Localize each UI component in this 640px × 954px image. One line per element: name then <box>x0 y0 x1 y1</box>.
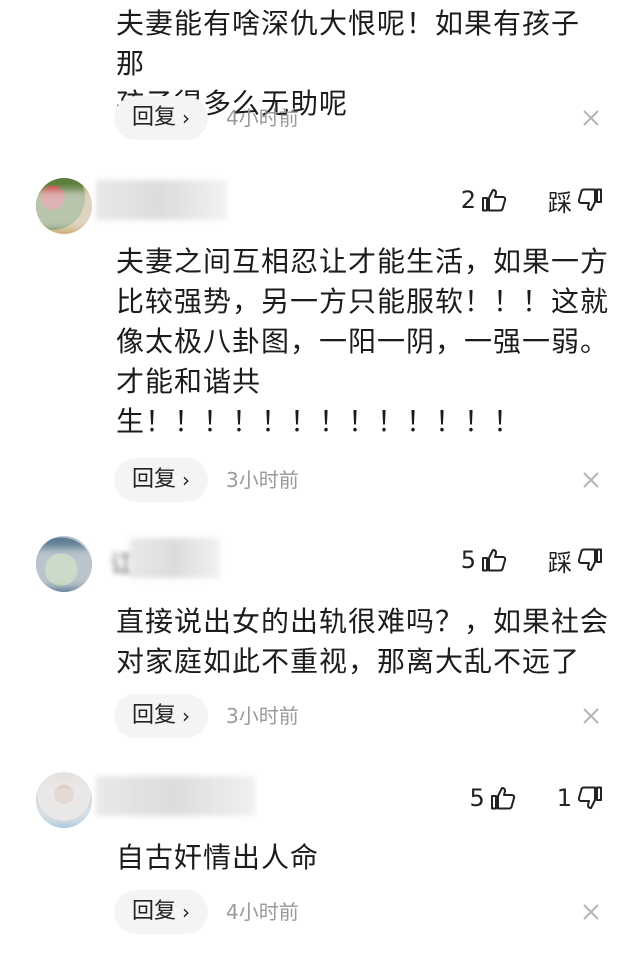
comment-line: 自古奸情出人命 <box>116 841 320 874</box>
comment-time: 4小时前 <box>226 106 299 130</box>
close-icon[interactable] <box>582 707 600 725</box>
reply-label: 回复 <box>132 105 177 130</box>
like-button[interactable]: 5 <box>461 546 508 574</box>
chevron-right-icon: › <box>182 704 191 728</box>
comment-line: 像太极八卦图，一阳一阴，一强一弱。 <box>116 325 610 358</box>
comment-time: 3小时前 <box>226 468 299 492</box>
like-button[interactable]: 5 <box>469 784 516 812</box>
thumbs-down-icon <box>577 188 602 211</box>
dislike-count: 1 <box>556 784 572 812</box>
comment-line: 生！！！！！！！！！！！！！ <box>116 405 523 438</box>
reply-button[interactable]: 回复 › <box>114 890 209 934</box>
dislike-button[interactable]: 踩 <box>548 183 604 218</box>
chevron-right-icon: › <box>182 106 191 130</box>
comment-line: 夫妻能有啥深仇大恨呢！如果有孩子 那 <box>116 7 581 80</box>
comment-actions: 2 踩 <box>461 180 604 220</box>
thumbs-down-icon <box>577 548 602 571</box>
username-blur <box>96 776 256 816</box>
reply-label: 回复 <box>132 899 177 924</box>
chevron-right-icon: › <box>182 468 191 492</box>
comment-text: 自古奸情出人命 <box>116 838 616 878</box>
close-icon[interactable] <box>582 109 600 127</box>
reply-label: 回复 <box>132 703 177 728</box>
username-blur <box>130 538 220 578</box>
thumbs-up-icon <box>482 189 507 212</box>
comment-time: 4小时前 <box>226 900 299 924</box>
avatar[interactable] <box>36 772 92 828</box>
dislike-button[interactable]: 1 <box>557 784 604 812</box>
reply-button[interactable]: 回复 › <box>114 694 209 738</box>
comment-actions: 5 踩 <box>461 540 604 580</box>
chevron-right-icon: › <box>182 900 191 924</box>
thumbs-up-icon <box>490 787 515 810</box>
close-icon[interactable] <box>582 903 600 921</box>
comment-time: 3小时前 <box>226 704 299 728</box>
comment-actions: 5 1 <box>469 778 604 818</box>
like-count: 5 <box>469 784 485 812</box>
comment-line: 才能和谐共 <box>116 365 262 398</box>
comment-line: 对家庭如此不重视，那离大乱不远了 <box>116 645 581 678</box>
avatar[interactable] <box>36 178 92 234</box>
close-icon[interactable] <box>582 471 600 489</box>
dislike-button[interactable]: 踩 <box>548 543 604 578</box>
comment-line: 比较强势，另一方只能服软！！！这就 <box>116 285 610 318</box>
like-count: 2 <box>460 186 476 214</box>
reply-button[interactable]: 回复 › <box>114 458 209 502</box>
like-count: 5 <box>460 546 476 574</box>
dislike-label: 踩 <box>548 548 572 577</box>
reply-label: 回复 <box>132 467 177 492</box>
reply-button[interactable]: 回复 › <box>114 96 209 140</box>
thumbs-down-icon <box>577 786 602 809</box>
thumbs-up-icon <box>482 549 507 572</box>
dislike-label: 踩 <box>548 188 572 217</box>
comment-text: 夫妻之间互相忍让才能生活，如果一方 比较强势，另一方只能服软！！！这就 像太极八… <box>116 242 616 442</box>
comment-line: 直接说出女的出轨很难吗？，如果社会 <box>116 605 610 638</box>
comment-line: 夫妻之间互相忍让才能生活，如果一方 <box>116 245 610 278</box>
comment-text: 直接说出女的出轨很难吗？，如果社会 对家庭如此不重视，那离大乱不远了 <box>116 602 616 682</box>
like-button[interactable]: 2 <box>461 186 508 214</box>
avatar[interactable] <box>36 536 92 592</box>
username-blur <box>96 180 226 220</box>
